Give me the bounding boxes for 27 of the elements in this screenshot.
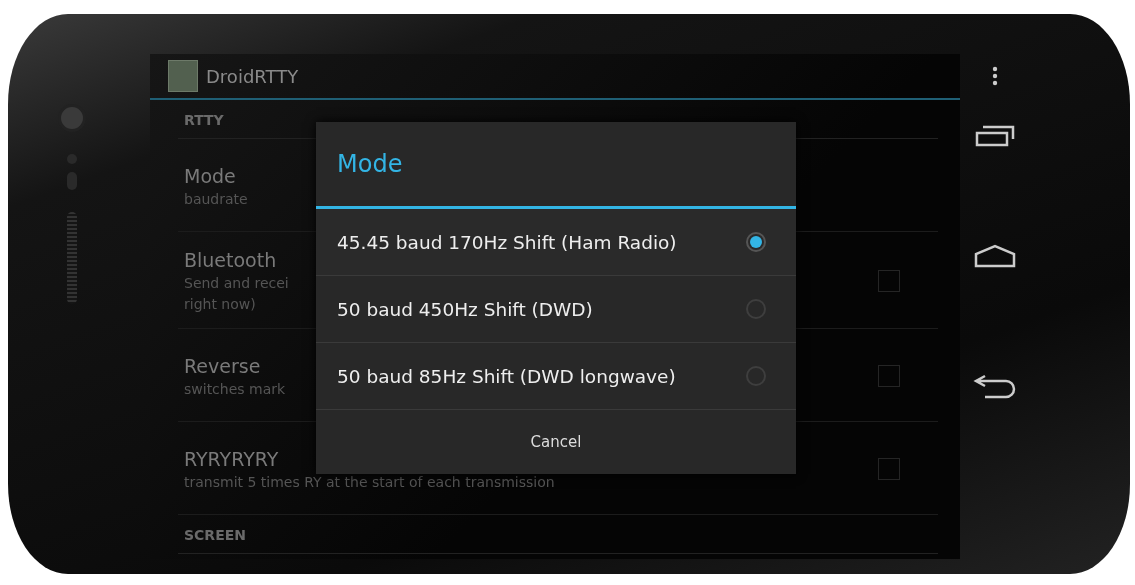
recent-apps-icon[interactable]: [975, 125, 1015, 147]
checkbox[interactable]: [878, 458, 900, 480]
menu-icon[interactable]: [992, 66, 998, 86]
setting-summary: right now): [184, 295, 256, 313]
category-header: SCREEN: [178, 515, 938, 554]
setting-title: Reverse: [184, 354, 261, 377]
option-label: 50 baud 450Hz Shift (DWD): [337, 298, 593, 320]
setting-title: Mode: [184, 164, 236, 187]
checkbox[interactable]: [878, 270, 900, 292]
app-icon: [168, 60, 198, 92]
option-row[interactable]: 50 baud 85Hz Shift (DWD longwave): [316, 343, 796, 410]
setting-summary: transmit 5 times RY at the start of each transmission: [184, 472, 555, 491]
setting-title: Bluetooth: [184, 249, 277, 271]
home-icon[interactable]: [974, 244, 1016, 268]
app-title: DroidRTTY: [206, 65, 299, 87]
setting-summary: Send and recei: [184, 274, 289, 292]
checkbox[interactable]: [878, 365, 900, 387]
setting-summary: switches mark: [184, 379, 286, 398]
cancel-button[interactable]: Cancel: [316, 410, 796, 474]
option-row[interactable]: 45.45 baud 170Hz Shift (Ham Radio): [316, 209, 796, 276]
option-label: 50 baud 85Hz Shift (DWD longwave): [337, 365, 676, 387]
setting-title: RYRYRYRY: [184, 447, 279, 470]
option-label: 45.45 baud 170Hz Shift (Ham Radio): [337, 231, 677, 253]
radio-button[interactable]: [746, 232, 766, 252]
back-icon[interactable]: [973, 373, 1017, 399]
setting-summary: baudrate: [184, 189, 248, 208]
option-row[interactable]: 50 baud 450Hz Shift (DWD): [316, 276, 796, 343]
